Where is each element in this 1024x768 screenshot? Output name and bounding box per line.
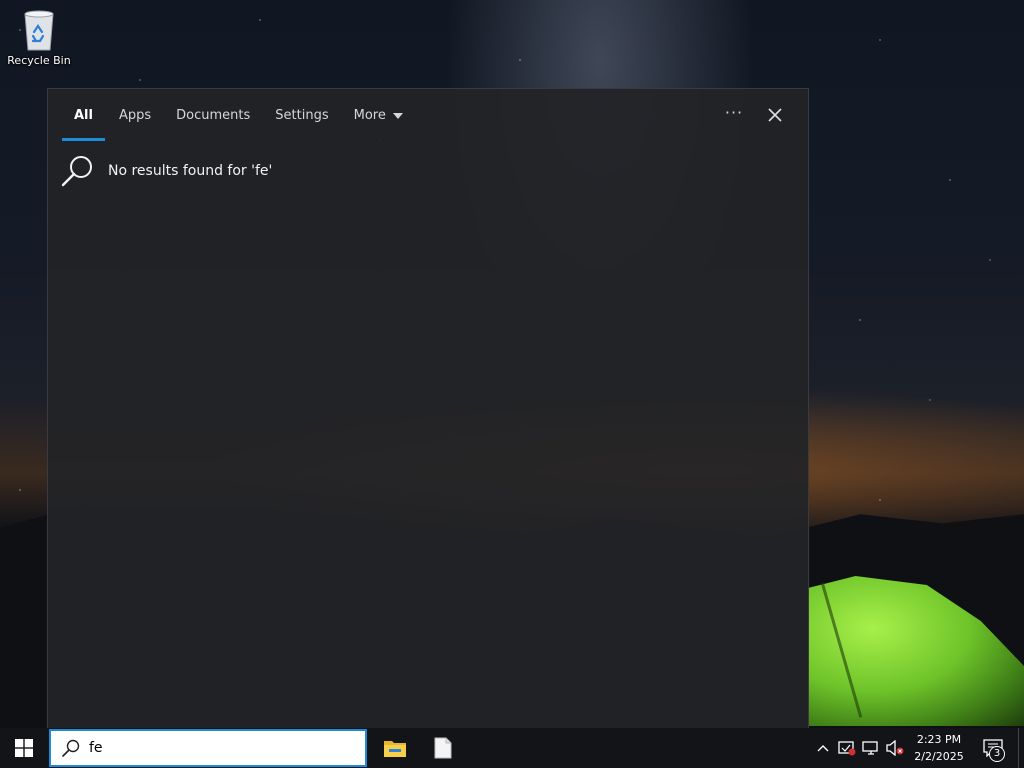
taskbar-file-explorer[interactable] [371, 728, 419, 768]
clock-date: 2/2/2025 [914, 750, 964, 763]
close-icon [768, 108, 782, 122]
recycle-bin-desktop-icon[interactable]: Recycle Bin [4, 6, 74, 78]
taskbar-search-box[interactable] [49, 729, 367, 767]
search-icon [61, 156, 92, 187]
show-desktop-button[interactable] [1018, 728, 1024, 768]
tab-documents[interactable]: Documents [176, 89, 250, 141]
show-hidden-icons-button[interactable] [812, 728, 834, 768]
clock-time: 2:23 PM [916, 733, 962, 746]
search-panel: All Apps Documents Settings More ··· No … [47, 88, 809, 728]
file-explorer-icon [384, 741, 406, 757]
search-icon [62, 739, 80, 757]
clock[interactable]: 2:23 PM 2/2/2025 [908, 728, 970, 768]
taskbar: 2:23 PM 2/2/2025 [0, 728, 1024, 768]
search-tabs: All Apps Documents Settings More [48, 89, 808, 141]
security-tray-button[interactable] [836, 728, 858, 768]
network-tray-button[interactable] [860, 728, 882, 768]
search-input[interactable] [89, 736, 349, 760]
more-options-button[interactable]: ··· [721, 103, 747, 127]
tab-apps-label: Apps [118, 107, 152, 123]
tab-documents-label: Documents [176, 107, 251, 123]
notification-count-badge: 3 [989, 746, 1005, 762]
no-results-message: No results found for 'fe' [60, 153, 272, 189]
chevron-down-icon [392, 113, 403, 119]
tab-more-label: More [353, 107, 386, 123]
chevron-up-icon [817, 745, 829, 752]
recycle-bin-label: Recycle Bin [7, 54, 71, 67]
document-icon [434, 737, 452, 759]
tab-all-label: All [74, 107, 93, 123]
tab-settings[interactable]: Settings [275, 89, 328, 141]
network-icon [862, 741, 878, 755]
recycle-bin-icon [24, 10, 54, 51]
tab-more[interactable]: More [354, 89, 403, 141]
volume-muted-icon [886, 740, 904, 756]
close-button[interactable] [761, 101, 789, 129]
security-icon [838, 741, 856, 756]
volume-tray-button[interactable] [884, 728, 906, 768]
tab-settings-label: Settings [275, 107, 329, 123]
tab-all[interactable]: All [62, 89, 105, 141]
tab-apps[interactable]: Apps [119, 89, 151, 141]
windows-logo-icon [15, 739, 33, 757]
no-results-text: No results found for 'fe' [108, 163, 273, 179]
taskbar-document[interactable] [419, 728, 467, 768]
start-button[interactable] [0, 728, 48, 768]
